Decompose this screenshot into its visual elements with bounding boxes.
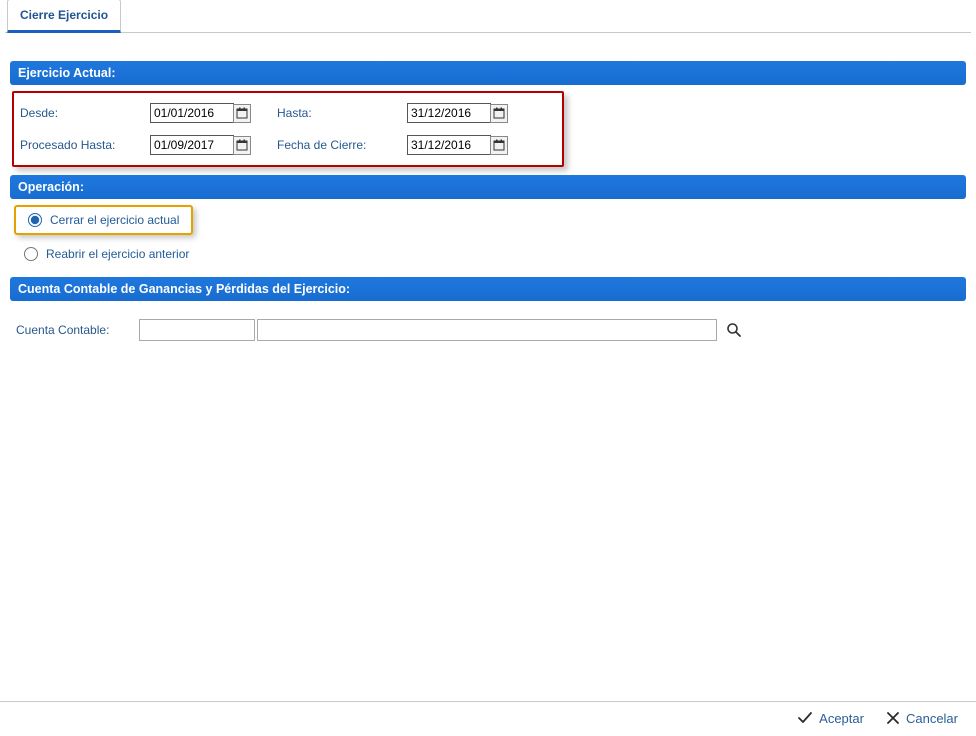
input-hasta[interactable] xyxy=(407,103,491,123)
section-header-ejercicio-actual: Ejercicio Actual: xyxy=(10,61,966,85)
section-title: Ejercicio Actual: xyxy=(18,66,116,80)
tab-cierre-ejercicio[interactable]: Cierre Ejercicio xyxy=(7,0,121,33)
calendar-icon[interactable] xyxy=(233,104,251,123)
footer-actions: Aceptar Cancelar xyxy=(0,701,976,736)
input-desde[interactable] xyxy=(150,103,234,123)
calendar-icon[interactable] xyxy=(490,136,508,155)
label-fecha-cierre: Fecha de Cierre: xyxy=(277,138,407,152)
label-procesado-hasta: Procesado Hasta: xyxy=(20,138,150,152)
radio-label: Reabrir el ejercicio anterior xyxy=(46,247,189,261)
input-cuenta-code[interactable] xyxy=(139,319,255,341)
content-area: Ejercicio Actual: Desde: Hasta: xyxy=(0,33,976,357)
label-hasta: Hasta: xyxy=(277,106,407,120)
radio-option-close[interactable]: Cerrar el ejercicio actual xyxy=(20,211,183,229)
radio-close[interactable] xyxy=(28,213,42,227)
search-icon[interactable] xyxy=(723,319,745,341)
account-row: Cuenta Contable: xyxy=(10,301,966,347)
radio-label: Cerrar el ejercicio actual xyxy=(50,213,179,227)
tab-label: Cierre Ejercicio xyxy=(20,8,108,22)
label-cuenta-contable: Cuenta Contable: xyxy=(16,323,109,337)
operation-options: Cerrar el ejercicio actual Reabrir el ej… xyxy=(10,199,966,277)
input-fecha-cierre[interactable] xyxy=(407,135,491,155)
section-title: Operación: xyxy=(18,180,84,194)
highlighted-selected-operation: Cerrar el ejercicio actual xyxy=(14,205,193,235)
cancel-label: Cancelar xyxy=(906,711,958,726)
input-procesado-hasta[interactable] xyxy=(150,135,234,155)
label-desde: Desde: xyxy=(20,106,150,120)
accept-button[interactable]: Aceptar xyxy=(797,710,864,726)
input-cuenta-desc[interactable] xyxy=(257,319,717,341)
section-title: Cuenta Contable de Ganancias y Pérdidas … xyxy=(18,282,350,296)
section-header-cuenta-contable: Cuenta Contable de Ganancias y Pérdidas … xyxy=(10,277,966,301)
radio-option-reopen[interactable]: Reabrir el ejercicio anterior xyxy=(14,241,962,267)
tab-bar: Cierre Ejercicio xyxy=(5,0,971,33)
accept-label: Aceptar xyxy=(819,711,864,726)
cancel-button[interactable]: Cancelar xyxy=(886,710,958,726)
calendar-icon[interactable] xyxy=(490,104,508,123)
section-header-operacion: Operación: xyxy=(10,175,966,199)
highlighted-dates-frame: Desde: Hasta: Procesado Hasta: xyxy=(12,91,564,167)
calendar-icon[interactable] xyxy=(233,136,251,155)
radio-reopen[interactable] xyxy=(24,247,38,261)
